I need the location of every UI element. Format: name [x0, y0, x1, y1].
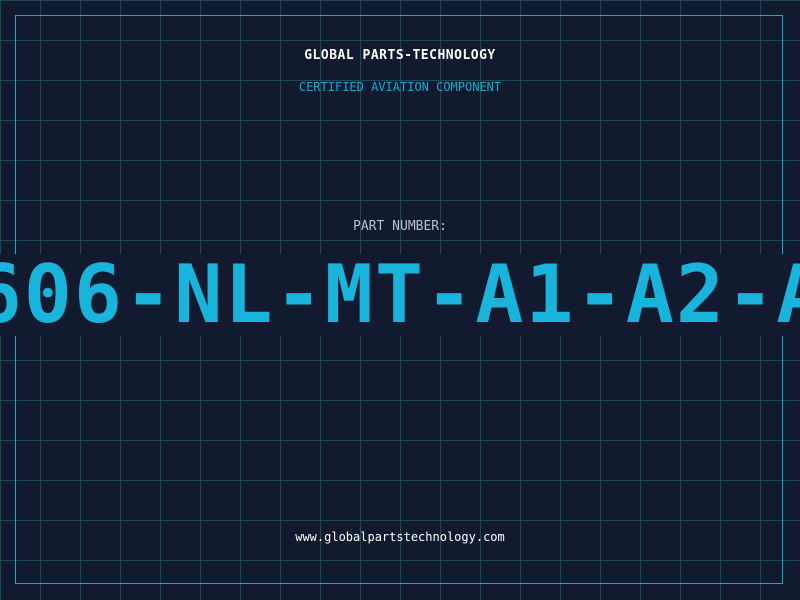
certification-tagline: CERTIFIED AVIATION COMPONENT: [298, 80, 502, 94]
website-url: www.globalpartstechnology.com: [295, 530, 505, 544]
company-name: GLOBAL PARTS-TECHNOLOGY: [304, 48, 496, 63]
part-number-label: PART NUMBER:: [353, 219, 447, 234]
part-number-value: 1606-NL-MT-A1-A2-A3: [0, 254, 800, 336]
part-number-band: 1606-NL-MT-A1-A2-A3: [0, 254, 800, 336]
